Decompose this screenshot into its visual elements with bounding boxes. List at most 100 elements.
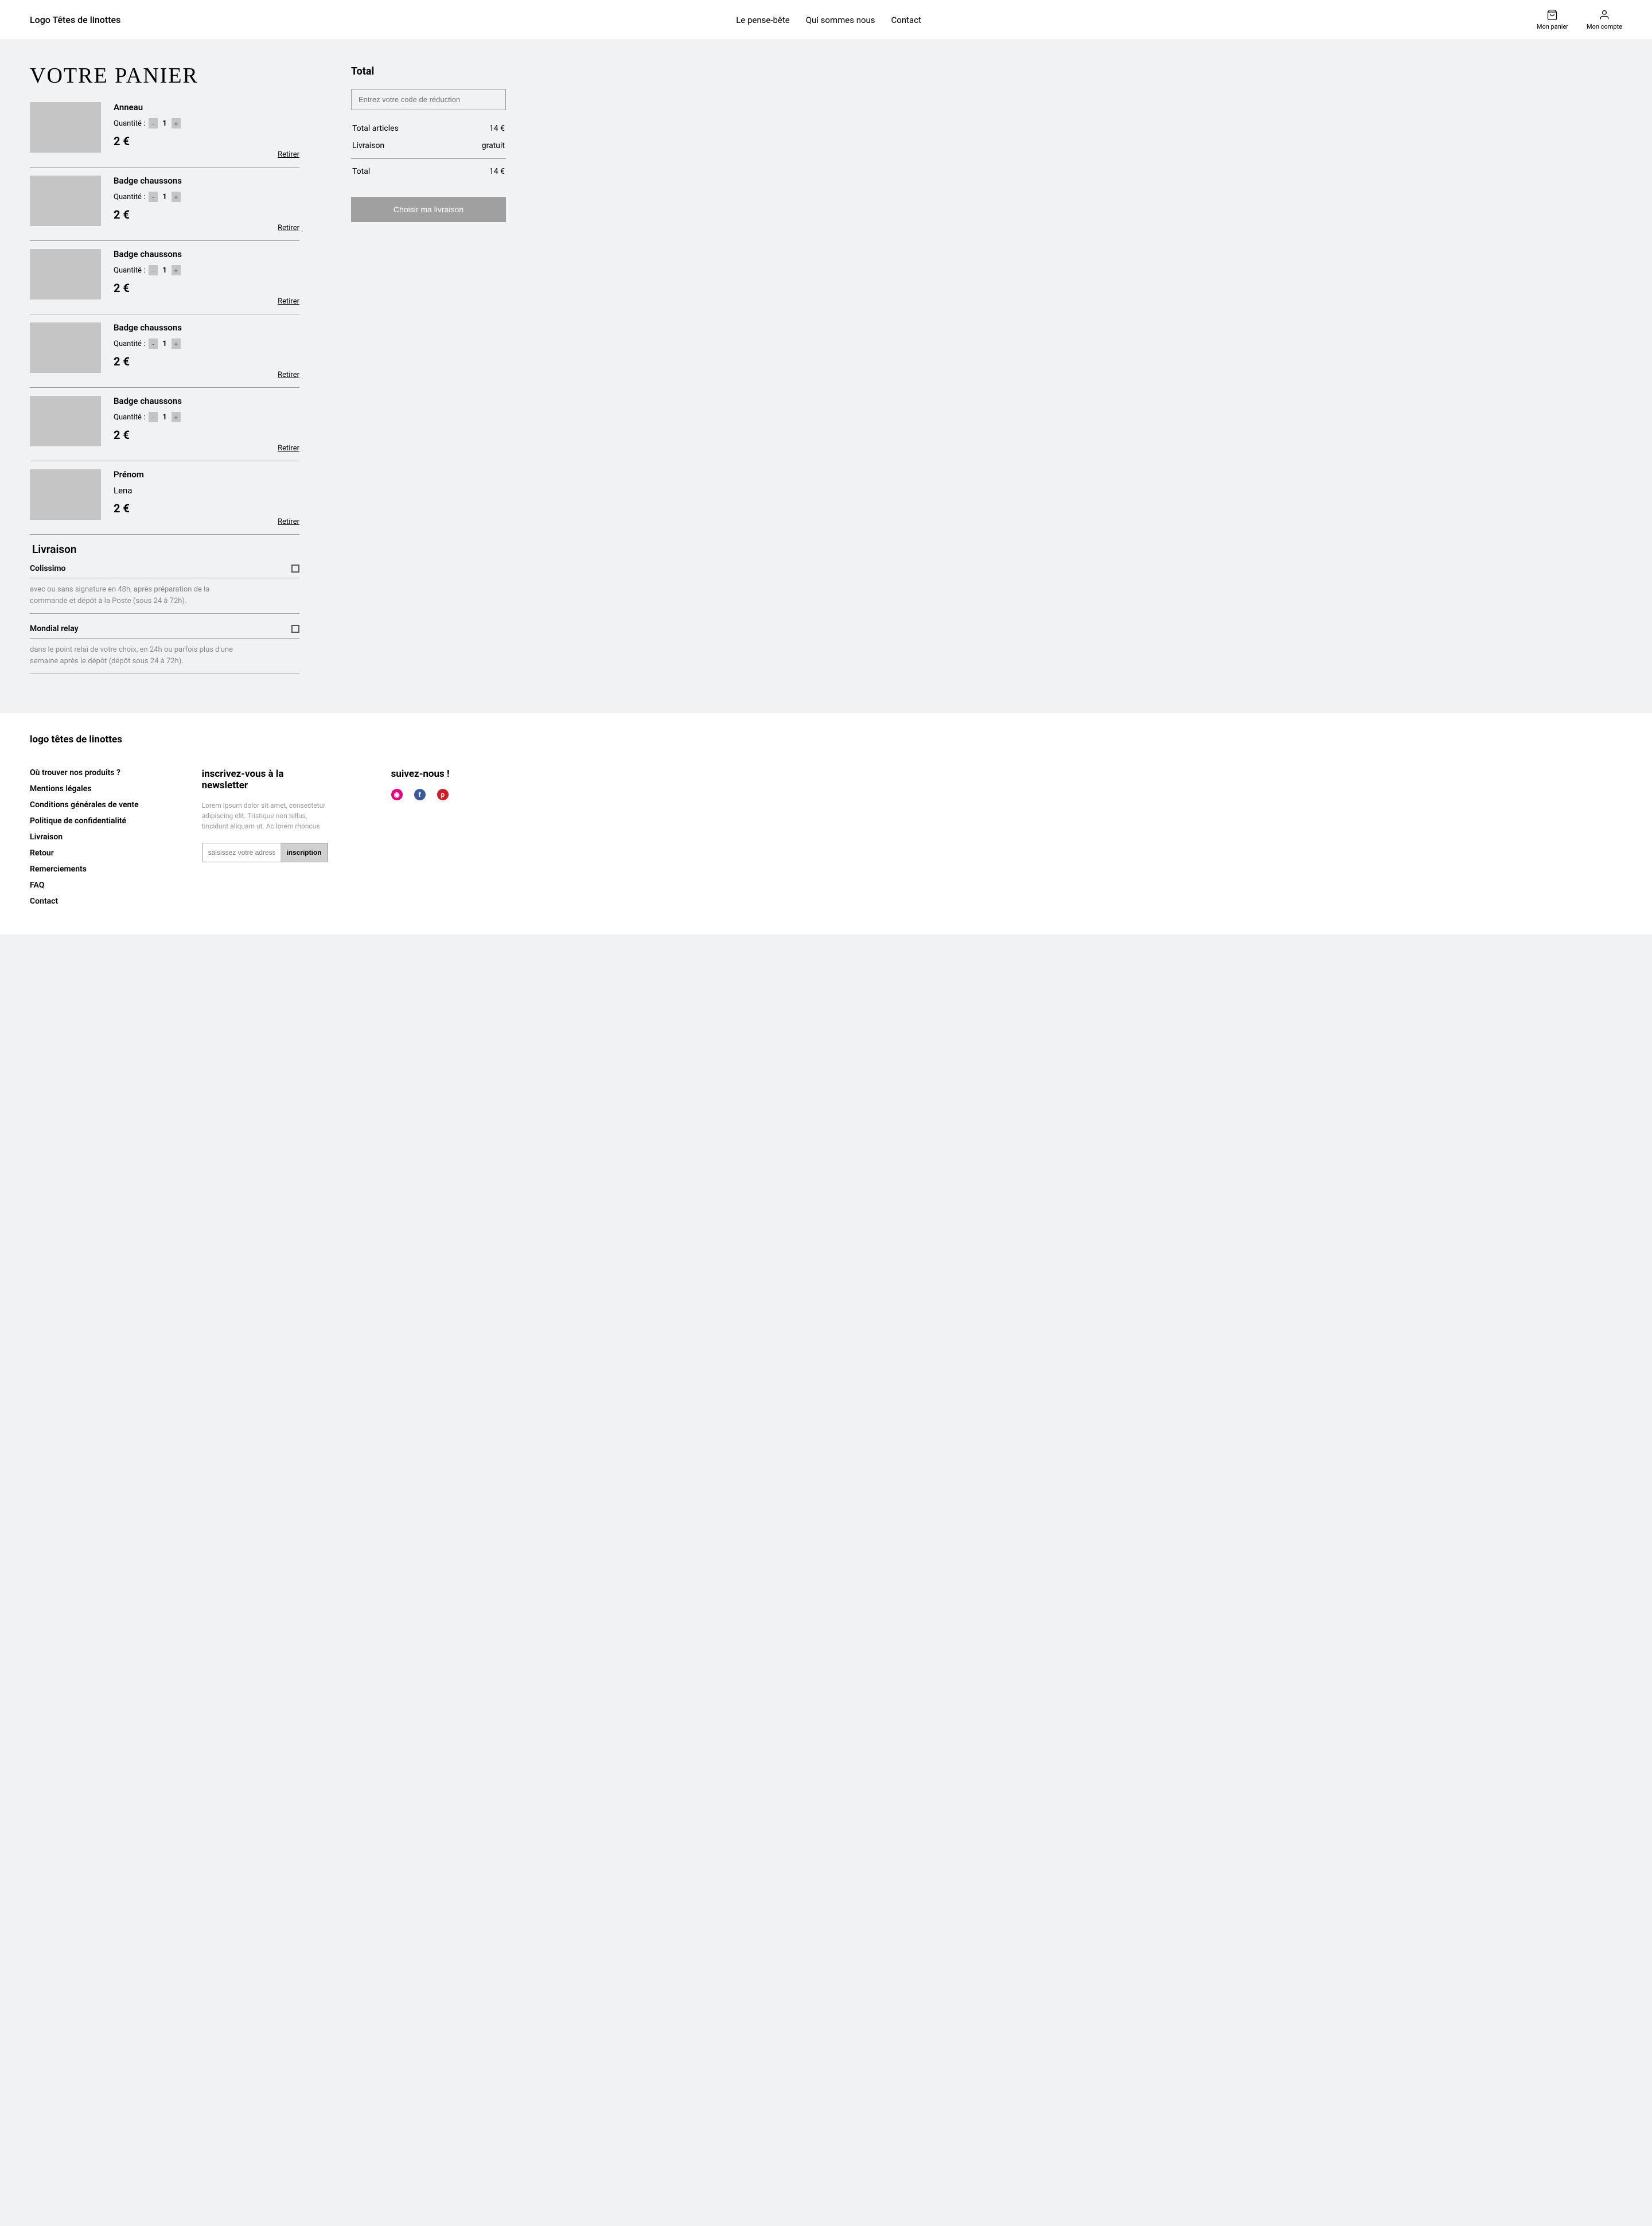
nav-qui-sommes-nous[interactable]: Qui sommes nous [806, 15, 875, 25]
qty-value: 1 [161, 193, 167, 201]
custom-label: Prénom [114, 469, 299, 480]
summary-row-shipping: Livraison gratuit [351, 141, 506, 150]
account-label: Mon compte [1587, 23, 1622, 30]
social-title: suivez-nous ! [391, 768, 450, 780]
item-price: 2 € [114, 208, 299, 221]
footer-link[interactable]: Retour [30, 849, 139, 858]
shipping-name: Mondial relay [30, 624, 79, 633]
newsletter-submit-button[interactable]: inscription [280, 843, 327, 862]
newsletter: inscrivez-vous à la newsletter Lorem ips… [202, 768, 328, 906]
footer-link[interactable]: Politique de confidentialité [30, 816, 139, 826]
item-image [30, 396, 101, 446]
shipping-title: Livraison [32, 543, 299, 556]
footer-links: Où trouver nos produits ? Mentions légale… [30, 768, 139, 906]
social: suivez-nous ! ◉ f p [391, 768, 450, 906]
footer-logo: logo têtes de linottes [30, 734, 1622, 745]
qty-decrease-button[interactable]: - [149, 192, 158, 202]
cart-column: VOTRE PANIER Anneau Quantité : - 1 + 2 €… [30, 63, 299, 684]
remove-button[interactable]: Retirer [278, 224, 299, 232]
shipping-name: Colissimo [30, 564, 65, 573]
footer-link[interactable]: Livraison [30, 832, 139, 842]
promo-code-input[interactable] [351, 89, 506, 110]
remove-button[interactable]: Retirer [278, 297, 299, 306]
item-price: 2 € [114, 134, 299, 148]
item-image [30, 469, 101, 520]
qty-increase-button[interactable]: + [172, 338, 181, 349]
cart-item: Badge chaussons Quantité : - 1 + 2 € Ret… [30, 396, 299, 461]
qty-control: Quantité : - 1 + [114, 412, 299, 422]
footer-link[interactable]: Conditions générales de vente [30, 800, 139, 810]
shipping-desc: dans le point relai de votre choix, en 2… [30, 644, 248, 667]
row-label: Total articles [352, 124, 399, 133]
cart-item: Badge chaussons Quantité : - 1 + 2 € Ret… [30, 322, 299, 388]
header: Logo Têtes de linottes Le pense-bête Qui… [0, 0, 1652, 40]
cart-button[interactable]: Mon panier [1537, 9, 1568, 30]
qty-control: Quantité : - 1 + [114, 338, 299, 349]
row-value: 14 € [489, 167, 505, 176]
nav-contact[interactable]: Contact [891, 15, 921, 25]
item-price: 2 € [114, 281, 299, 295]
item-image [30, 322, 101, 373]
summary-row-articles: Total articles 14 € [351, 124, 506, 133]
checkout-button[interactable]: Choisir ma livraison [351, 197, 506, 222]
item-price: 2 € [114, 501, 299, 515]
qty-increase-button[interactable]: + [172, 118, 181, 129]
row-label: Total [352, 167, 370, 176]
facebook-icon[interactable]: f [414, 789, 426, 800]
shipping-option: Colissimo avec ou sans signature en 48h,… [30, 564, 299, 614]
newsletter-desc: Lorem ipsum dolor sit amet, consectetur … [202, 800, 328, 831]
qty-decrease-button[interactable]: - [149, 265, 158, 275]
shipping-checkbox[interactable] [291, 625, 299, 633]
qty-label: Quantité : [114, 413, 145, 422]
custom-value: Lena [114, 485, 299, 496]
summary-column: Total Total articles 14 € Livraison grat… [351, 63, 506, 684]
qty-control: Quantité : - 1 + [114, 265, 299, 275]
newsletter-title: inscrivez-vous à la newsletter [202, 768, 328, 791]
newsletter-email-input[interactable] [202, 843, 281, 862]
item-name: Anneau [114, 102, 299, 112]
main-nav: Le pense-bête Qui sommes nous Contact [736, 15, 921, 25]
footer-link[interactable]: Où trouver nos produits ? [30, 768, 139, 777]
footer-link[interactable]: FAQ [30, 881, 139, 890]
row-value: 14 € [489, 124, 505, 133]
qty-increase-button[interactable]: + [172, 412, 181, 422]
main-content: VOTRE PANIER Anneau Quantité : - 1 + 2 €… [0, 40, 688, 713]
row-label: Livraison [352, 141, 384, 150]
qty-decrease-button[interactable]: - [149, 412, 158, 422]
footer-link[interactable]: Mentions légales [30, 784, 139, 793]
nav-pense-bete[interactable]: Le pense-bête [736, 15, 790, 25]
account-button[interactable]: Mon compte [1587, 9, 1622, 30]
header-actions: Mon panier Mon compte [1537, 9, 1622, 30]
qty-label: Quantité : [114, 266, 145, 275]
qty-increase-button[interactable]: + [172, 265, 181, 275]
shipping-option: Mondial relay dans le point relai de vot… [30, 624, 299, 674]
qty-increase-button[interactable]: + [172, 192, 181, 202]
qty-label: Quantité : [114, 193, 145, 201]
qty-label: Quantité : [114, 340, 145, 348]
item-name: Badge chaussons [114, 249, 299, 259]
user-icon [1599, 9, 1610, 21]
item-image [30, 102, 101, 153]
remove-button[interactable]: Retirer [278, 517, 299, 526]
footer: logo têtes de linottes Où trouver nos pr… [0, 713, 1652, 935]
qty-value: 1 [161, 340, 167, 348]
summary-row-total: Total 14 € [351, 167, 506, 176]
logo[interactable]: Logo Têtes de linottes [30, 14, 120, 25]
qty-decrease-button[interactable]: - [149, 118, 158, 129]
footer-link[interactable]: Remerciements [30, 865, 139, 874]
qty-value: 1 [161, 119, 167, 128]
item-price: 2 € [114, 355, 299, 368]
cart-item: Badge chaussons Quantité : - 1 + 2 € Ret… [30, 249, 299, 314]
instagram-icon[interactable]: ◉ [391, 789, 403, 800]
footer-link[interactable]: Contact [30, 897, 139, 906]
remove-button[interactable]: Retirer [278, 444, 299, 453]
shipping-checkbox[interactable] [291, 565, 299, 573]
remove-button[interactable]: Retirer [278, 371, 299, 379]
pinterest-icon[interactable]: p [437, 789, 449, 800]
qty-value: 1 [161, 266, 167, 275]
item-name: Badge chaussons [114, 322, 299, 333]
item-image [30, 249, 101, 299]
item-price: 2 € [114, 428, 299, 442]
qty-decrease-button[interactable]: - [149, 338, 158, 349]
remove-button[interactable]: Retirer [278, 150, 299, 159]
